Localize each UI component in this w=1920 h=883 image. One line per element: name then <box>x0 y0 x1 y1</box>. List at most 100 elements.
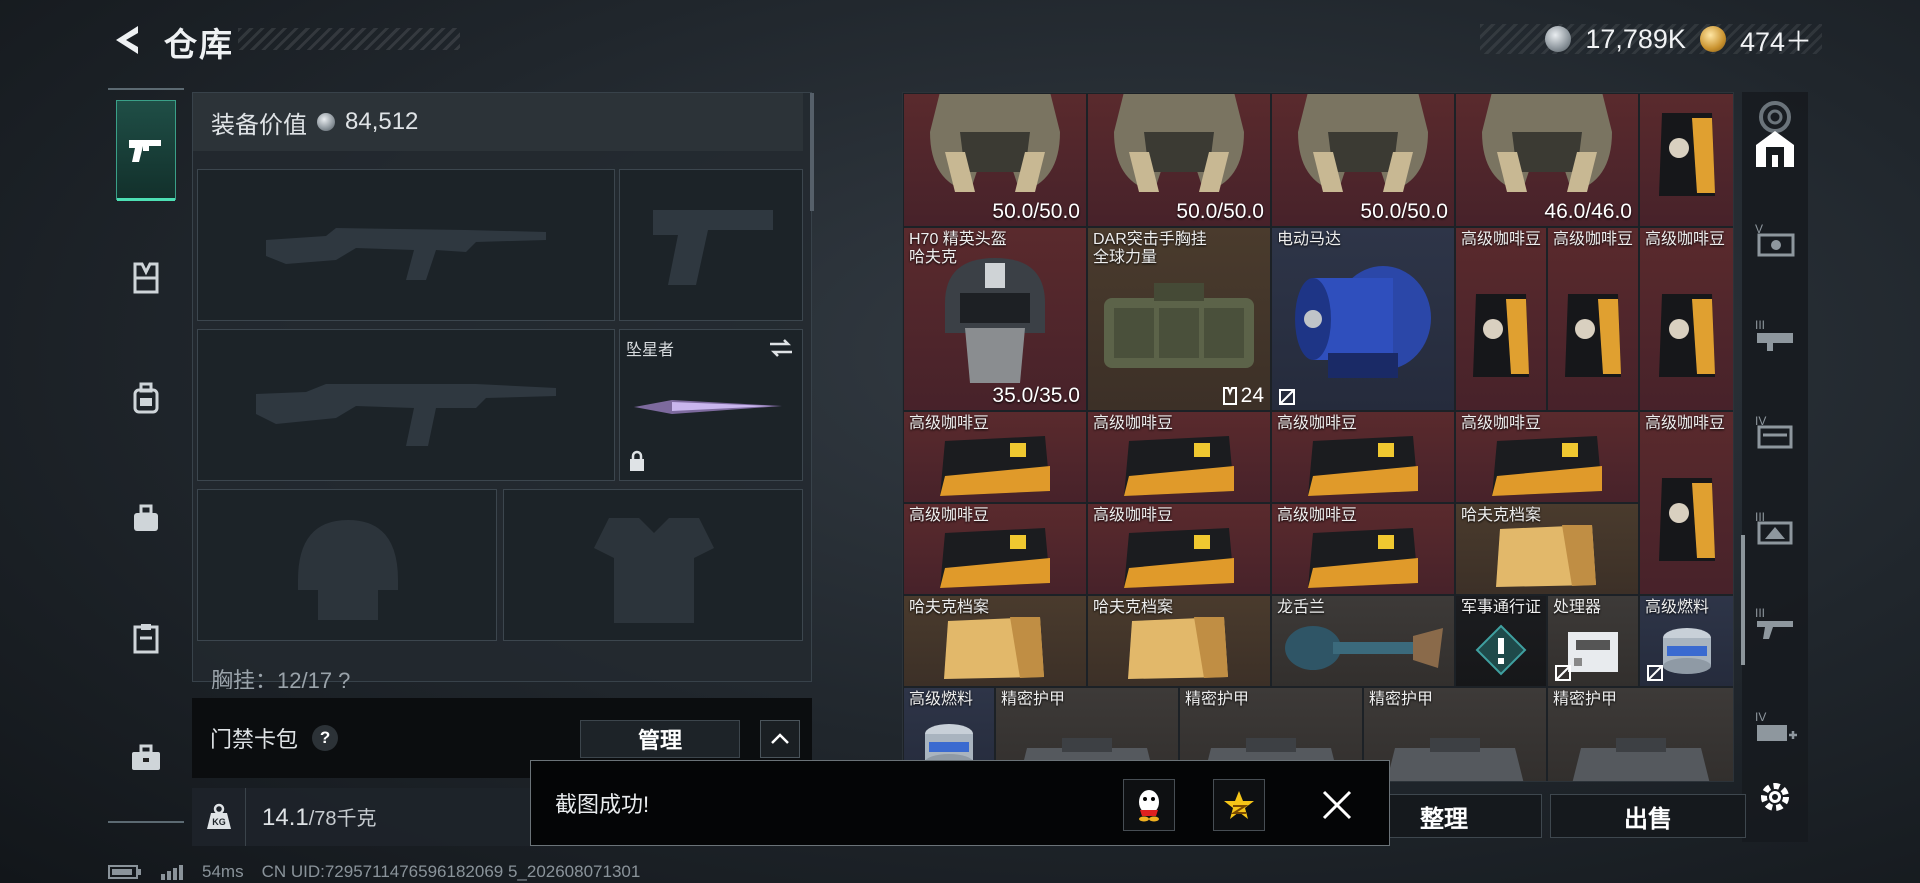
item-name: 精密护甲 <box>1553 691 1618 708</box>
page-title: 仓库 <box>164 26 234 63</box>
svg-text:III: III <box>1755 318 1765 332</box>
inventory-item[interactable]: 龙舌兰 <box>1271 595 1455 687</box>
tab-backpack[interactable] <box>116 368 176 428</box>
tab-bag[interactable] <box>116 488 176 548</box>
filter-tier-v[interactable]: V <box>1750 214 1800 264</box>
tab-chest-rig[interactable] <box>116 248 176 308</box>
inventory-item[interactable]: 高级咖啡豆 <box>1455 411 1639 503</box>
screenshot-toast: 截图成功! <box>530 760 1390 846</box>
inventory-item[interactable]: 哈夫克档案 <box>1455 503 1639 595</box>
filter-tier-iv-plus[interactable]: IV <box>1750 702 1800 752</box>
chest-rig-icon <box>1104 283 1254 369</box>
svg-text:KG: KG <box>212 817 226 827</box>
share-qzone-button[interactable] <box>1213 779 1265 831</box>
gold-coin-icon <box>1699 26 1726 52</box>
filter-tier-iv[interactable]: IV <box>1750 406 1800 456</box>
inventory-item[interactable]: DAR突击手胸挂 全球力量 24 <box>1087 227 1271 411</box>
inventory-item[interactable]: 精密护甲 <box>1547 687 1733 781</box>
inventory-item[interactable]: 高级咖啡豆 <box>903 411 1087 503</box>
inventory-item[interactable]: 高级咖啡豆 <box>1087 411 1271 503</box>
tab-toolbox[interactable] <box>116 728 176 788</box>
item-name: 精密护甲 <box>1369 691 1434 708</box>
inventory-item[interactable]: H70 精英头盔 哈夫克 35.0/35.0 <box>903 227 1087 411</box>
manage-button[interactable]: 管理 <box>580 720 740 758</box>
settings-button[interactable] <box>1750 772 1800 822</box>
item-durability: 50.0/50.0 <box>1176 200 1264 223</box>
item-name: DAR突击手胸挂 全球力量 <box>1093 231 1207 266</box>
inventory-item[interactable]: 高级咖啡豆 <box>903 503 1087 595</box>
help-icon[interactable]: ? <box>312 725 339 751</box>
pistol-slot[interactable] <box>619 169 803 321</box>
back-button[interactable] <box>108 20 148 60</box>
equipment-scrollbar[interactable] <box>810 93 814 211</box>
sell-button[interactable]: 出售 <box>1550 794 1746 838</box>
gear-icon <box>1761 783 1789 811</box>
inventory-scrollbar[interactable] <box>1741 535 1745 665</box>
inventory-item[interactable]: 高级咖啡豆 <box>1639 411 1733 595</box>
inventory-item[interactable]: 高级咖啡豆 <box>1547 227 1639 411</box>
melee-slot[interactable]: 坠星者 <box>619 329 803 481</box>
inventory-item[interactable]: 哈夫克档案 <box>1087 595 1271 687</box>
rifle-silhouette-icon <box>256 384 556 446</box>
inventory-item[interactable]: 50.0/50.0 <box>1271 93 1455 227</box>
document-folder-icon <box>1128 617 1228 680</box>
home-icon <box>1756 131 1794 167</box>
inventory-item[interactable]: 哈夫克档案 <box>903 595 1087 687</box>
item-name: 高级咖啡豆 <box>1461 415 1542 432</box>
equipment-value-label: 装备价值 <box>211 111 307 139</box>
chest-rig-row[interactable]: 胸挂：12/17 ? <box>193 663 803 689</box>
item-name: 高级燃料 <box>909 691 974 708</box>
silver-balance: 17,789K <box>1585 23 1686 54</box>
inventory-item[interactable]: 46.0/46.0 <box>1455 93 1639 227</box>
filter-tier-iii[interactable]: III <box>1750 310 1800 360</box>
collapse-button[interactable] <box>760 720 800 758</box>
armor-slot[interactable] <box>503 489 803 641</box>
gold-balance[interactable]: 474＋ <box>1740 20 1812 59</box>
fuel-can-icon <box>1663 628 1711 674</box>
primary-weapon-slot[interactable] <box>197 169 615 321</box>
coffee-pack-icon <box>1124 528 1234 588</box>
helmet-slot[interactable] <box>197 489 497 641</box>
inventory-item[interactable]: 高级燃料 <box>1639 595 1733 687</box>
processor-icon <box>1568 632 1618 672</box>
secondary-weapon-slot[interactable] <box>197 329 615 481</box>
item-name: 高级咖啡豆 <box>1093 415 1174 432</box>
tab-weapons[interactable] <box>116 100 176 201</box>
coffee-bag-icon <box>1565 293 1621 377</box>
coffee-pack-icon <box>1308 436 1418 496</box>
swap-icon[interactable] <box>768 338 794 358</box>
item-durability: 46.0/46.0 <box>1544 200 1632 223</box>
armor-icon <box>1572 738 1710 781</box>
coffee-bag-icon <box>1473 293 1529 377</box>
tab-safe-box[interactable] <box>116 608 176 668</box>
inventory-item[interactable]: 高级咖啡豆 <box>1455 227 1547 411</box>
item-name: 龙舌兰 <box>1277 599 1326 616</box>
inventory-item[interactable]: 军事通行证 <box>1455 595 1547 687</box>
item-name: 哈夫克档案 <box>1093 599 1174 616</box>
filter-tier-iii-alt[interactable]: III <box>1750 502 1800 552</box>
item-quantity: 24 <box>1222 384 1264 408</box>
equipment-panel: 装备价值 84,512 坠星者 胸挂：12/17 ? <box>192 92 814 689</box>
electric-motor-icon <box>1295 265 1431 378</box>
toast-close-button[interactable] <box>1311 779 1363 831</box>
qzone-star-icon <box>1224 791 1254 819</box>
inventory-item[interactable]: 高级咖啡豆 <box>1639 227 1733 411</box>
share-qq-button[interactable] <box>1123 779 1175 831</box>
inventory-item[interactable]: 处理器 <box>1547 595 1639 687</box>
inventory-item[interactable]: 精密护甲 <box>1363 687 1547 781</box>
back-arrow-icon <box>116 26 138 54</box>
coffee-pack-icon <box>940 436 1050 496</box>
iii-gun-icon: III <box>1755 606 1793 639</box>
inventory-item[interactable]: 高级咖啡豆 <box>1271 503 1455 595</box>
inventory-item[interactable]: 高级咖啡豆 <box>1271 411 1455 503</box>
inventory-item[interactable]: 50.0/50.0 <box>903 93 1087 227</box>
inventory-item[interactable]: 高级咖啡豆 <box>1087 503 1271 595</box>
pistol-icon <box>129 140 161 162</box>
inventory-item[interactable] <box>1639 93 1733 227</box>
filter-tier-iii-gun[interactable]: III <box>1750 598 1800 648</box>
inventory-item[interactable]: 电动马达 <box>1271 227 1455 411</box>
filter-home[interactable] <box>1750 124 1800 174</box>
inventory-item[interactable]: 50.0/50.0 <box>1087 93 1271 227</box>
v-tier-icon: V <box>1755 222 1795 257</box>
coffee-pack-icon <box>1124 436 1234 496</box>
